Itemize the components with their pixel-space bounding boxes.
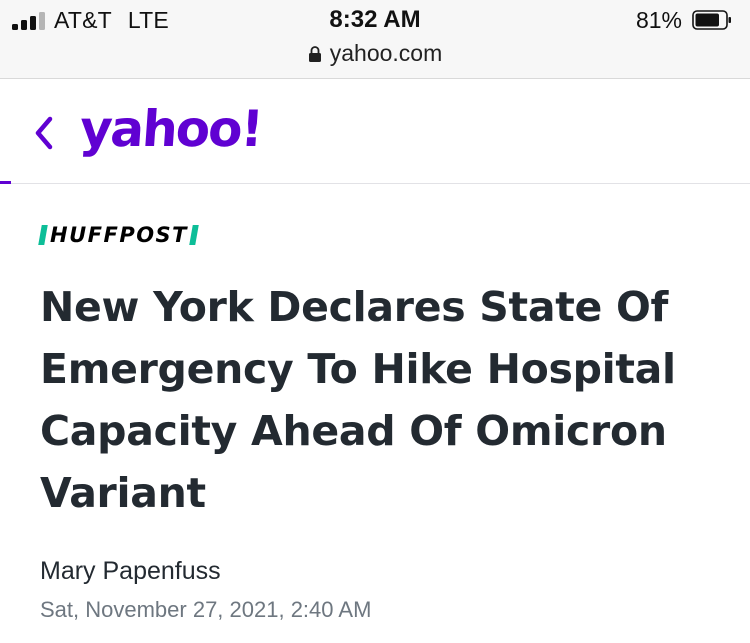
- article-date: Sat, November 27, 2021, 2:40 AM: [40, 597, 372, 622]
- app-header: yahoo!: [0, 79, 750, 184]
- yahoo-logo[interactable]: yahoo!: [78, 99, 264, 159]
- lock-icon: [308, 46, 321, 62]
- status-bar: AT&T LTE 8:32 AM 81% yahoo.com: [0, 0, 750, 79]
- battery-icon: [692, 10, 731, 30]
- chevron-left-icon[interactable]: [30, 113, 58, 153]
- article-headline: New York Declares State Of Emergency To …: [40, 283, 676, 517]
- page-load-progress: [0, 181, 750, 184]
- battery-percent: 81%: [635, 7, 682, 33]
- screen: AT&T LTE 8:32 AM 81% yahoo.com yahoo! HUF…: [0, 0, 750, 643]
- page-load-progress-fill: [0, 181, 12, 184]
- url-text: yahoo.com: [329, 40, 443, 66]
- publisher-logo[interactable]: HUFFPOST: [38, 223, 199, 247]
- publisher-name: HUFFPOST: [50, 223, 189, 247]
- article-author[interactable]: Mary Papenfuss: [40, 557, 221, 586]
- address-bar[interactable]: yahoo.com: [0, 40, 750, 67]
